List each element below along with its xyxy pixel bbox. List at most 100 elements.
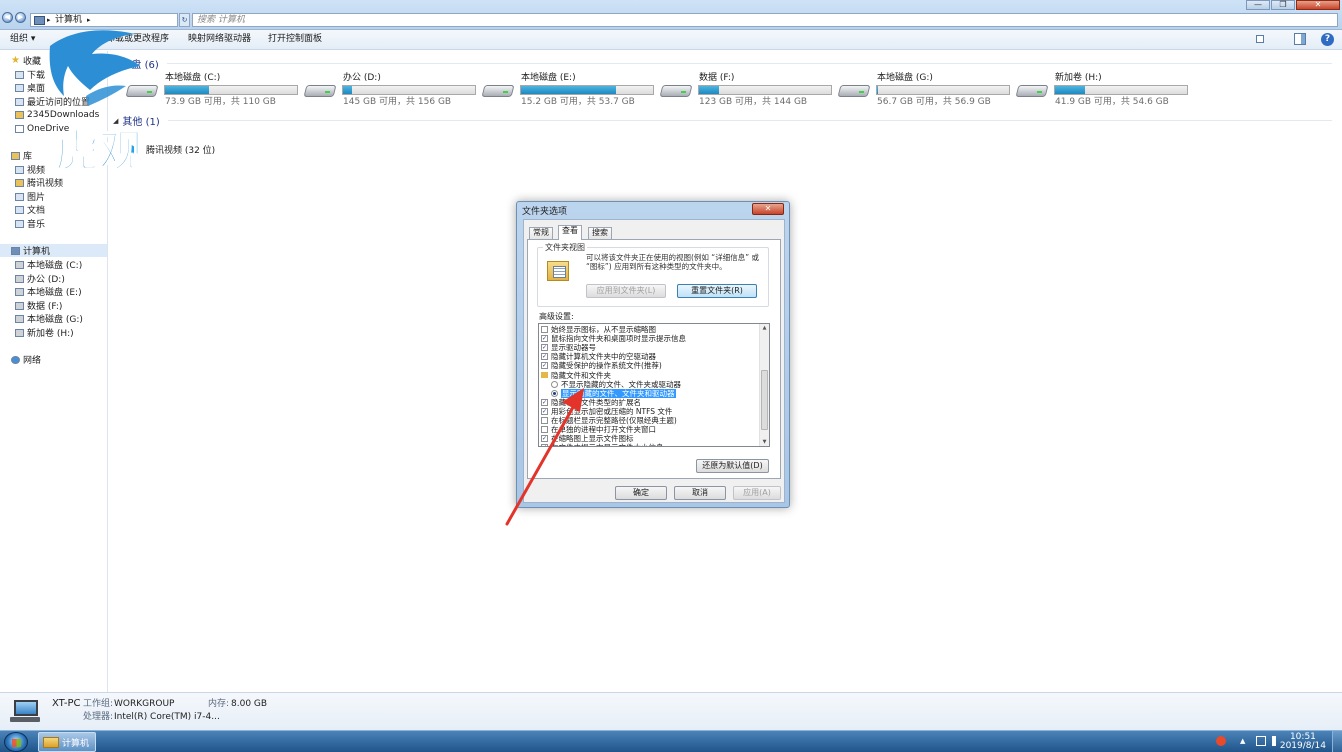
advanced-setting-item[interactable]: ✓ 用彩色显示加密或压缩的 NTFS 文件 bbox=[541, 407, 672, 416]
restore-defaults-button[interactable]: 还原为默认值(D) bbox=[696, 459, 769, 473]
advanced-list-scrollbar[interactable]: ▲ ▼ bbox=[759, 324, 769, 446]
checkbox[interactable]: ✓ bbox=[541, 444, 548, 446]
map-network-drive-button[interactable]: 映射网络驱动器 bbox=[188, 34, 251, 45]
checkbox[interactable] bbox=[541, 326, 548, 333]
advanced-setting-item[interactable]: ✓在文件夹提示中显示文件大小信息 bbox=[541, 443, 664, 446]
cancel-button[interactable]: 取消 bbox=[674, 486, 726, 500]
checkbox[interactable]: ✓ bbox=[541, 435, 548, 443]
advanced-setting-item[interactable]: 在单独的进程中打开文件夹窗口 bbox=[541, 425, 656, 434]
refresh-button[interactable]: ↻ bbox=[179, 13, 190, 27]
scroll-thumb[interactable] bbox=[761, 370, 768, 430]
advanced-setting-item[interactable]: 始终显示图标，从不显示缩略图 bbox=[541, 325, 656, 334]
documents-icon bbox=[15, 205, 24, 214]
nav-favorites[interactable]: ★ 收藏 bbox=[11, 54, 41, 68]
advanced-setting-item[interactable]: ✓ 隐藏已知文件类型的扩展名 bbox=[541, 398, 641, 407]
breadcrumb-separator-end[interactable]: ▸ bbox=[87, 15, 91, 26]
drive-name: 本地磁盘 (C:) bbox=[165, 73, 221, 83]
folder-views-legend: 文件夹视图 bbox=[543, 242, 587, 253]
drive-tile[interactable]: 办公 (D:) 145 GB 可用，共 156 GB bbox=[303, 71, 476, 107]
search-input[interactable]: 搜索 计算机 bbox=[192, 13, 1338, 27]
radio-button[interactable] bbox=[551, 389, 558, 397]
hard-drive-icon bbox=[1015, 81, 1049, 98]
drive-tile[interactable]: 新加卷 (H:) 41.9 GB 可用，共 54.6 GB bbox=[1015, 71, 1188, 107]
taskbar-explorer-button[interactable]: 计算机 bbox=[38, 732, 96, 752]
forward-button[interactable]: ▶ bbox=[15, 12, 26, 23]
maximize-button[interactable]: ❐ bbox=[1271, 0, 1295, 10]
nav-lib-item[interactable]: 图片 bbox=[15, 190, 45, 203]
reset-folders-button[interactable]: 重置文件夹(R) bbox=[677, 284, 757, 298]
breadcrumb-separator[interactable]: ▸ bbox=[47, 15, 51, 26]
pictures-icon bbox=[15, 192, 24, 201]
change-view-button[interactable] bbox=[1254, 33, 1276, 46]
checkbox[interactable]: ✓ bbox=[541, 335, 548, 343]
checkbox[interactable] bbox=[541, 417, 548, 424]
advanced-setting-item[interactable]: ✓ 隐藏计算机文件夹中的空驱动器 bbox=[541, 352, 656, 361]
tab-search[interactable]: 搜索 bbox=[588, 227, 612, 239]
nav-libraries[interactable]: 库 bbox=[11, 149, 32, 162]
ok-button[interactable]: 确定 bbox=[615, 486, 667, 500]
preview-pane-button[interactable] bbox=[1294, 33, 1306, 45]
drive-tile[interactable]: 本地磁盘 (E:) 15.2 GB 可用，共 53.7 GB bbox=[481, 71, 654, 107]
checkbox[interactable]: ✓ bbox=[541, 398, 548, 406]
close-button[interactable]: ✕ bbox=[1296, 0, 1340, 10]
scroll-up-icon[interactable]: ▲ bbox=[760, 325, 769, 331]
open-control-panel-button[interactable]: 打开控制面板 bbox=[268, 34, 322, 45]
start-button[interactable] bbox=[4, 732, 28, 752]
dialog-close-button[interactable]: ✕ bbox=[752, 203, 784, 215]
checkbox[interactable]: ✓ bbox=[541, 407, 548, 415]
advanced-settings-list[interactable]: 始终显示图标，从不显示缩略图 ✓ 鼠标指向文件夹和桌面项时显示提示信息 ✓ 显示驱动器号… bbox=[538, 323, 770, 447]
drive-free-space: 56.7 GB 可用，共 56.9 GB bbox=[877, 97, 991, 107]
checkbox[interactable]: ✓ bbox=[541, 362, 548, 370]
apply-button[interactable]: 应用(A) bbox=[733, 486, 781, 500]
workgroup-label: 工作组: bbox=[83, 699, 114, 709]
drive-tile[interactable]: 本地磁盘 (G:) 56.7 GB 可用，共 56.9 GB bbox=[837, 71, 1010, 107]
nav-drive-item[interactable]: 本地磁盘 (C:) bbox=[15, 258, 82, 271]
advanced-setting-item[interactable]: 显示隐藏的文件、文件夹和驱动器 bbox=[551, 388, 676, 398]
tab-general[interactable]: 常规 bbox=[529, 227, 553, 239]
taskbar-clock[interactable]: 10:51 2019/8/14 bbox=[1280, 733, 1326, 751]
tab-view[interactable]: 查看 bbox=[558, 225, 582, 240]
folder-options-dialog: 文件夹选项 ✕ 常规 查看 搜索 文件夹视图 可以将该文件夹正在使用的视图(例如… bbox=[516, 201, 790, 508]
organize-menu[interactable]: 组织 ▾ bbox=[10, 34, 35, 45]
checkbox[interactable]: ✓ bbox=[541, 353, 548, 361]
advanced-setting-item[interactable]: ✓ 鼠标指向文件夹和桌面项时显示提示信息 bbox=[541, 334, 686, 343]
nav-network[interactable]: 网络 bbox=[11, 353, 41, 366]
drive-usage-bar bbox=[164, 85, 298, 95]
group-header-other[interactable]: ◢ 其他 (1) bbox=[113, 113, 1332, 128]
nav-drive-item[interactable]: 本地磁盘 (E:) bbox=[15, 285, 82, 298]
nav-drive-item[interactable]: 新加卷 (H:) bbox=[15, 326, 74, 339]
folder-icon bbox=[15, 110, 24, 119]
breadcrumb-computer[interactable]: 计算机 bbox=[55, 15, 82, 26]
nav-computer[interactable]: 计算机 bbox=[0, 244, 107, 257]
advanced-setting-item[interactable]: 隐藏文件和文件夹 bbox=[541, 371, 611, 380]
checkbox[interactable]: ✓ bbox=[541, 344, 548, 352]
back-button[interactable]: ◀ bbox=[2, 12, 13, 23]
tray-expand-icon[interactable]: ▲ bbox=[1240, 736, 1250, 746]
taskbar: 计算机 ▲ 10:51 2019/8/14 bbox=[0, 730, 1342, 752]
help-button[interactable]: ? bbox=[1321, 33, 1334, 46]
nav-lib-item[interactable]: 文档 bbox=[15, 203, 45, 216]
apply-to-folders-button[interactable]: 应用到文件夹(L) bbox=[586, 284, 666, 298]
advanced-setting-item[interactable]: 不显示隐藏的文件、文件夹或驱动器 bbox=[551, 380, 681, 389]
drive-tile[interactable]: 数据 (F:) 123 GB 可用，共 144 GB bbox=[659, 71, 832, 107]
nav-drive-item[interactable]: 数据 (F:) bbox=[15, 299, 62, 312]
nav-drive-item[interactable]: 本地磁盘 (G:) bbox=[15, 312, 83, 325]
nav-lib-item[interactable]: 腾讯视频 bbox=[15, 176, 63, 189]
advanced-setting-item[interactable]: 在标题栏显示完整路径(仅限经典主题) bbox=[541, 416, 677, 425]
address-bar[interactable]: ▸ 计算机 ▸ bbox=[30, 13, 178, 27]
advanced-setting-item[interactable]: ✓ 显示驱动器号 bbox=[541, 343, 596, 352]
show-desktop-button[interactable] bbox=[1332, 731, 1342, 752]
group-header-drives[interactable]: ◢ 盘 (6) bbox=[122, 56, 1332, 71]
nav-lib-item[interactable]: 音乐 bbox=[15, 217, 45, 230]
advanced-setting-item[interactable]: ✓ 在缩略图上显示文件图标 bbox=[541, 434, 634, 443]
scroll-down-icon[interactable]: ▼ bbox=[760, 439, 769, 445]
setting-label: 用彩色显示加密或压缩的 NTFS 文件 bbox=[551, 406, 673, 416]
radio-button[interactable] bbox=[551, 380, 558, 388]
nav-drive-item[interactable]: 办公 (D:) bbox=[15, 272, 65, 285]
hard-drive-icon bbox=[837, 81, 871, 98]
checkbox[interactable] bbox=[541, 426, 548, 434]
tray-action-center-icon[interactable] bbox=[1256, 736, 1266, 746]
tray-app-icon[interactable] bbox=[1216, 736, 1226, 746]
minimize-button[interactable]: — bbox=[1246, 0, 1270, 10]
advanced-setting-item[interactable]: ✓ 隐藏受保护的操作系统文件(推荐) bbox=[541, 361, 662, 370]
